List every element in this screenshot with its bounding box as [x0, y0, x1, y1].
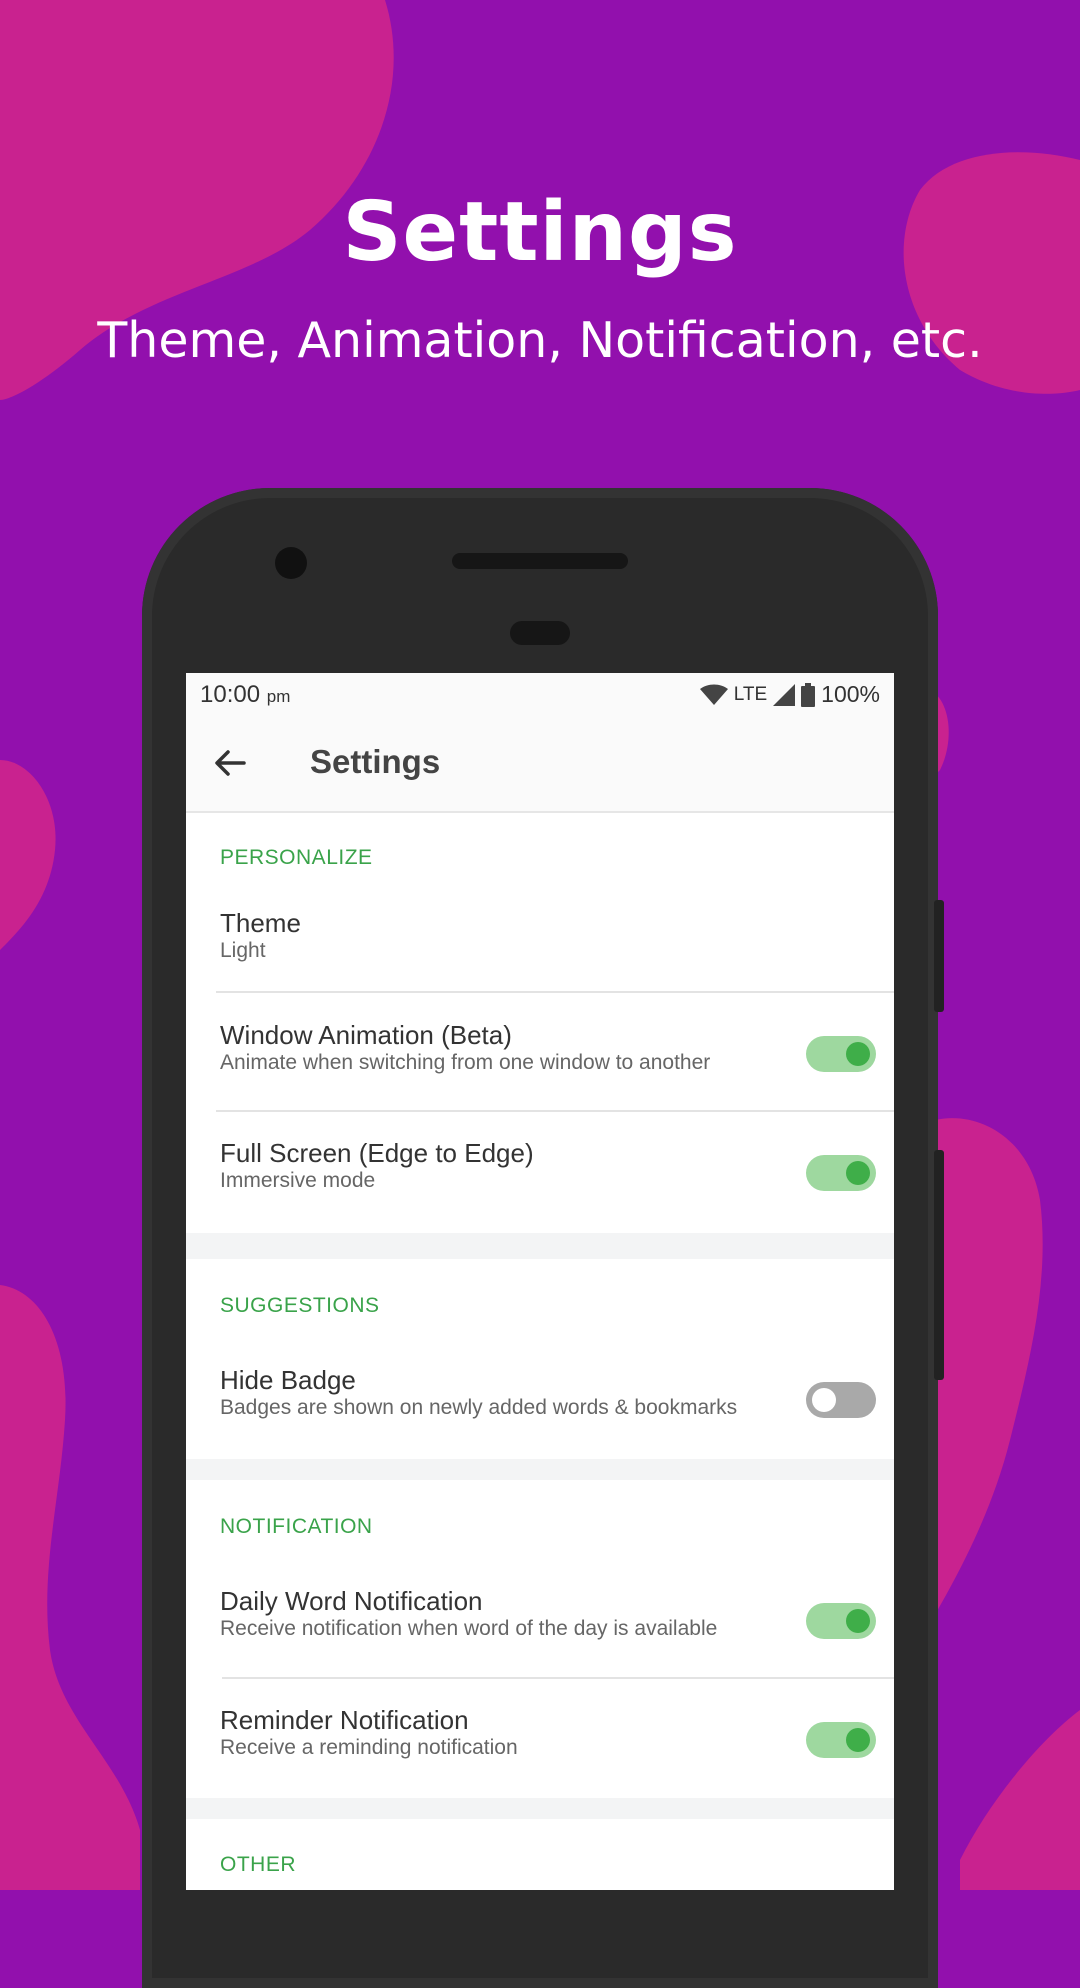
setting-subtitle: Receive notification when word of the da…: [220, 1617, 718, 1640]
promo-title: Settings: [342, 185, 738, 280]
toggle-knob: [812, 1388, 836, 1412]
window-animation-toggle[interactable]: [806, 1036, 876, 1072]
toggle-knob: [846, 1609, 870, 1633]
section-suggestions: SUGGESTIONS Hide Badge Badges are shown …: [186, 1259, 894, 1459]
section-personalize: PERSONALIZE Theme Light Window Animation…: [186, 813, 894, 1233]
status-bar: 10:00 pm LTE 100%: [186, 673, 894, 715]
phone-side-button: [934, 900, 944, 1012]
setting-title: Full Screen (Edge to Edge): [220, 1138, 534, 1168]
status-icons: LTE 100%: [699, 681, 880, 708]
section-other: OTHER: [186, 1819, 894, 1890]
setting-theme[interactable]: Theme Light: [186, 893, 894, 1003]
toggle-knob: [846, 1728, 870, 1752]
battery-icon: [801, 682, 816, 707]
status-time-value: 10:00: [200, 681, 261, 708]
setting-hide-badge[interactable]: Hide Badge Badges are shown on newly add…: [186, 1339, 894, 1457]
wifi-icon: [699, 684, 728, 705]
arrow-back-icon[interactable]: [210, 743, 250, 783]
phone-volume-button: [934, 1150, 944, 1380]
setting-title: Daily Word Notification: [220, 1586, 483, 1616]
full-screen-toggle[interactable]: [806, 1155, 876, 1191]
section-header-personalize: PERSONALIZE: [220, 846, 373, 869]
hide-badge-toggle[interactable]: [806, 1382, 876, 1418]
setting-subtitle: Receive a reminding notification: [220, 1736, 518, 1759]
setting-title: Hide Badge: [220, 1365, 356, 1395]
status-time-ampm: pm: [266, 687, 291, 706]
phone-sensor: [510, 621, 570, 645]
promo-subtitle: Theme, Animation, Notification, etc.: [97, 312, 983, 369]
section-header-suggestions: SUGGESTIONS: [220, 1294, 380, 1317]
phone-screen: 10:00 pm LTE 100% Settings PERSONALIZE T…: [186, 673, 894, 1890]
setting-daily-word-notification[interactable]: Daily Word Notification Receive notifica…: [186, 1560, 894, 1678]
section-notification: NOTIFICATION Daily Word Notification Rec…: [186, 1480, 894, 1798]
setting-title: Window Animation (Beta): [220, 1020, 512, 1050]
battery-level: 100%: [821, 681, 880, 707]
status-time: 10:00 pm: [200, 681, 290, 709]
setting-subtitle: Animate when switching from one window t…: [220, 1051, 711, 1074]
setting-title: Theme: [220, 908, 301, 938]
setting-full-screen[interactable]: Full Screen (Edge to Edge) Immersive mod…: [186, 1112, 894, 1232]
phone-camera: [275, 547, 307, 579]
network-type: LTE: [733, 683, 768, 705]
reminder-toggle[interactable]: [806, 1722, 876, 1758]
section-header-other: OTHER: [220, 1853, 296, 1876]
phone-speaker: [452, 553, 628, 569]
daily-word-toggle[interactable]: [806, 1603, 876, 1639]
page-title: Settings: [310, 743, 441, 780]
toggle-knob: [846, 1042, 870, 1066]
toggle-knob: [846, 1161, 870, 1185]
setting-window-animation[interactable]: Window Animation (Beta) Animate when swi…: [186, 993, 894, 1111]
setting-reminder-notification[interactable]: Reminder Notification Receive a remindin…: [186, 1679, 894, 1797]
setting-title: Reminder Notification: [220, 1705, 469, 1735]
setting-subtitle: Immersive mode: [220, 1169, 376, 1192]
setting-subtitle: Light: [220, 939, 266, 962]
signal-icon: [773, 683, 796, 706]
section-header-notification: NOTIFICATION: [220, 1515, 373, 1538]
toolbar: Settings: [186, 715, 894, 813]
setting-subtitle: Badges are shown on newly added words & …: [220, 1396, 738, 1419]
